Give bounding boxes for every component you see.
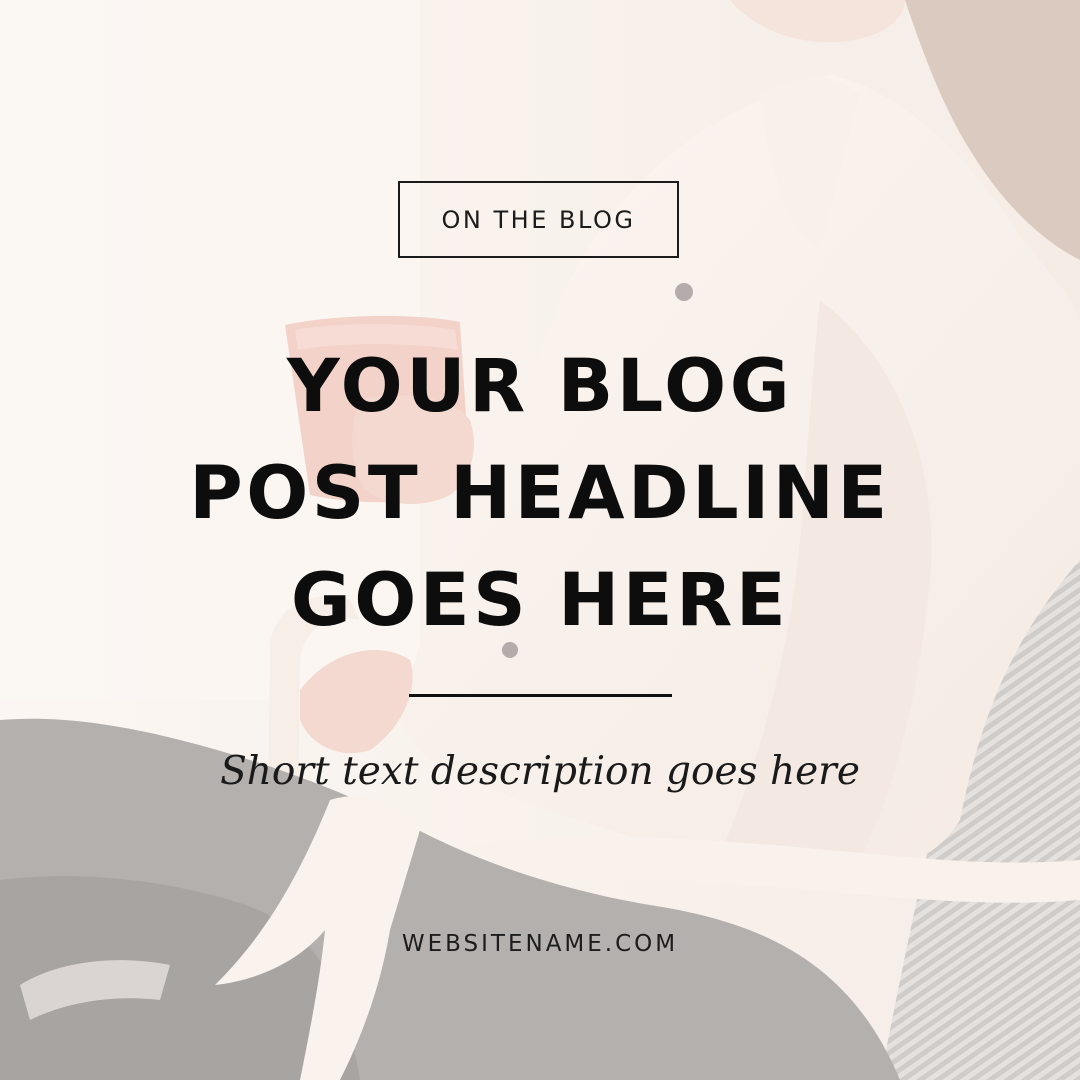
category-tag: ON THE BLOG bbox=[398, 181, 679, 258]
headline: YOUR BLOG POST HEADLINE GOES HERE bbox=[0, 333, 1080, 654]
headline-line: GOES HERE bbox=[290, 558, 790, 643]
headline-line: YOUR BLOG bbox=[286, 344, 794, 429]
category-tag-label: ON THE BLOG bbox=[441, 205, 636, 234]
website-url: WEBSITENAME.COM bbox=[401, 931, 679, 957]
divider bbox=[409, 694, 672, 697]
headline-line: POST HEADLINE bbox=[189, 451, 891, 536]
blog-promo-graphic: ON THE BLOG YOUR BLOG POST HEADLINE GOES… bbox=[0, 0, 1080, 1080]
description: Short text description goes here bbox=[220, 749, 860, 794]
